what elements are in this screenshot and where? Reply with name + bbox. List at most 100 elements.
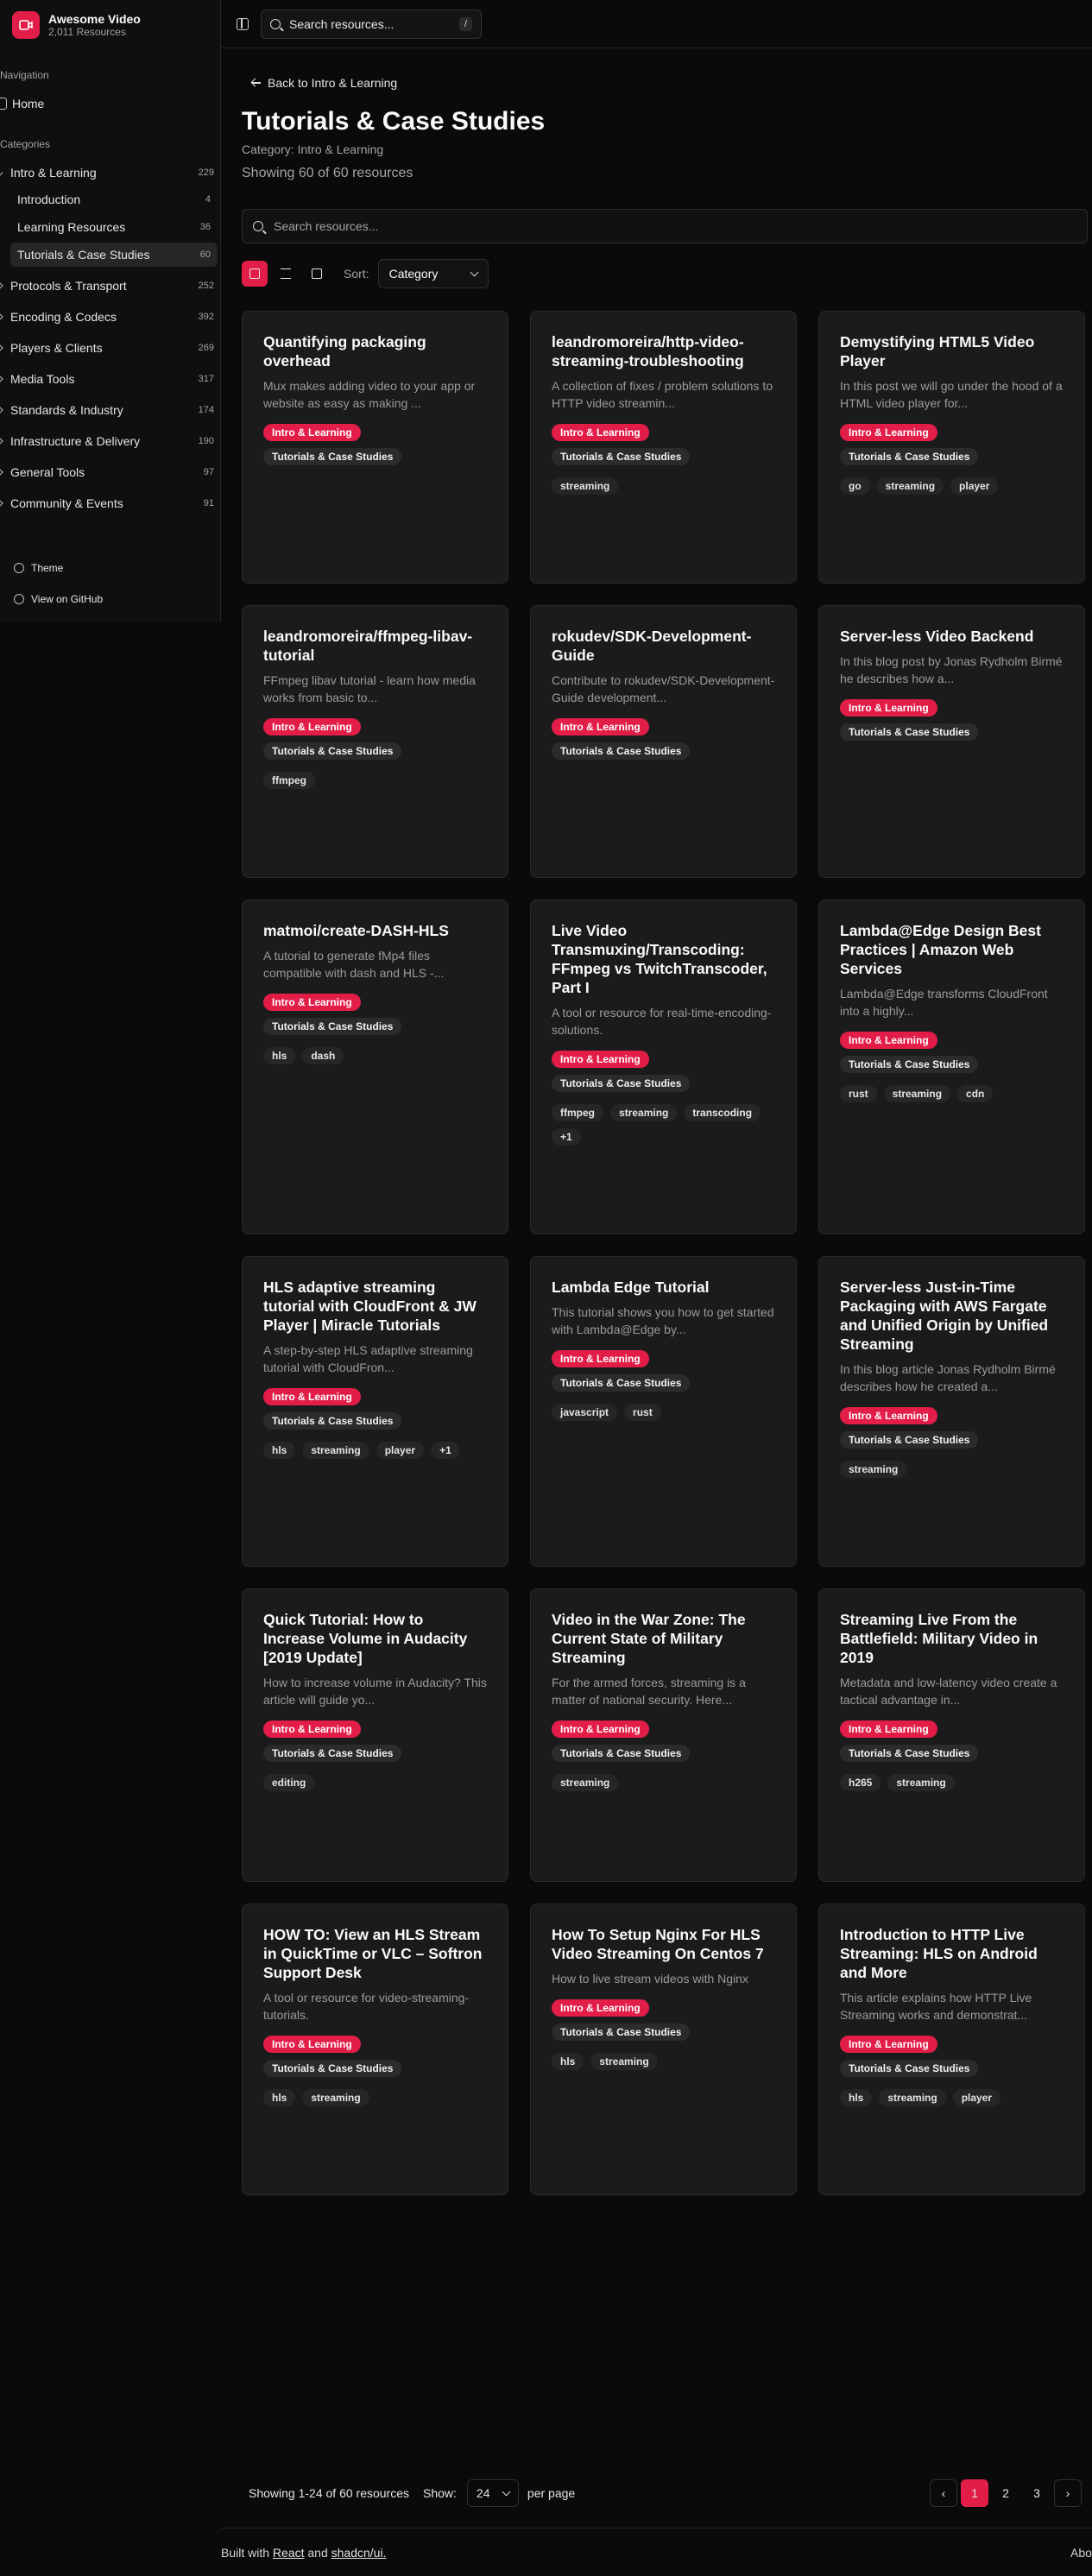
tag: hls [263, 1047, 296, 1064]
card-title[interactable]: HOW TO: View an HLS Stream in QuickTime … [263, 1925, 487, 1982]
card-title[interactable]: leandromoreira/ffmpeg-libav-tutorial [263, 627, 487, 665]
resource-card[interactable]: Lambda@Edge Design Best Practices | Amaz… [818, 900, 1085, 1234]
sidebar-item-count: 269 [198, 343, 214, 353]
tag: streaming [552, 477, 619, 495]
sidebar-item-intro-learning[interactable]: Intro & Learning 229 [0, 161, 221, 185]
category-badge: Intro & Learning [552, 424, 649, 441]
subcategory-badge: Tutorials & Case Studies [840, 1431, 979, 1449]
resource-card[interactable]: leandromoreira/ffmpeg-libav-tutorial FFmp… [242, 605, 508, 878]
resource-card[interactable]: Quantifying packaging overhead Mux makes … [242, 311, 508, 584]
sidebar-item-players-clients[interactable]: Players & Clients 269 [0, 336, 221, 360]
resource-card[interactable]: How To Setup Nginx For HLS Video Streami… [530, 1904, 797, 2195]
resource-card[interactable]: Introduction to HTTP Live Streaming: HLS… [818, 1904, 1085, 2195]
card-title[interactable]: Server-less Video Backend [840, 627, 1064, 646]
sidebar-item-community-events[interactable]: Community & Events 91 [0, 491, 221, 515]
resource-card[interactable]: Streaming Live From the Battlefield: Mil… [818, 1588, 1085, 1882]
back-link[interactable]: Back to Intro & Learning [252, 76, 397, 90]
resource-card[interactable]: leandromoreira/http-video-streaming-trou… [530, 311, 797, 584]
card-title[interactable]: HLS adaptive streaming tutorial with Clo… [263, 1278, 487, 1335]
page-2-button[interactable]: 2 [992, 2479, 1019, 2507]
react-link[interactable]: React [273, 2546, 305, 2560]
github-link[interactable]: View on GitHub [14, 593, 103, 605]
card-title[interactable]: Lambda@Edge Design Best Practices | Amaz… [840, 921, 1064, 978]
card-title[interactable]: matmoi/create-DASH-HLS [263, 921, 487, 940]
sidebar-item-label: Infrastructure & Delivery [10, 434, 141, 448]
card-description: A tool or resource for video-streaming-t… [263, 1991, 470, 2022]
grid-view-button[interactable] [242, 261, 268, 287]
resource-card[interactable]: Server-less Video Backend In this blog po… [818, 605, 1085, 878]
card-description: This tutorial shows you how to get start… [552, 1305, 774, 1336]
card-title[interactable]: leandromoreira/http-video-streaming-trou… [552, 332, 775, 370]
sidebar-item-label: Intro & Learning [10, 166, 97, 180]
brand[interactable]: Awesome Video 2,011 Resources [0, 0, 220, 50]
arrow-left-icon [252, 79, 261, 87]
card-title[interactable]: Demystifying HTML5 Video Player [840, 332, 1064, 370]
theme-toggle[interactable]: Theme [14, 562, 63, 574]
sidebar-item-introduction[interactable]: Introduction 4 [10, 187, 218, 212]
page-1-button[interactable]: 1 [961, 2479, 988, 2507]
chevron-right-icon [0, 374, 3, 384]
subcategory-badge: Tutorials & Case Studies [552, 1745, 691, 1762]
resource-card[interactable]: Demystifying HTML5 Video Player In this p… [818, 311, 1085, 584]
sidebar-item-count: 97 [203, 467, 214, 477]
sidebar-item-standards-industry[interactable]: Standards & Industry 174 [0, 398, 221, 422]
card-title[interactable]: Video in the War Zone: The Current State… [552, 1610, 775, 1667]
tag: streaming [876, 477, 944, 495]
sidebar-item-protocols-transport[interactable]: Protocols & Transport 252 [0, 274, 221, 298]
chevron-right-icon [0, 498, 3, 508]
footer-built: Built with [221, 2545, 270, 2560]
resource-card[interactable]: rokudev/SDK-Development-Guide Contribute … [530, 605, 797, 878]
category-badge: Intro & Learning [263, 994, 361, 1011]
sort-select[interactable]: Category [377, 259, 489, 288]
prev-page-button[interactable]: ‹ [930, 2479, 957, 2507]
card-title[interactable]: Introduction to HTTP Live Streaming: HLS… [840, 1925, 1064, 1982]
card-title[interactable]: Server-less Just-in-Time Packaging with … [840, 1278, 1064, 1354]
tag: ffmpeg [552, 1104, 603, 1121]
card-title[interactable]: Streaming Live From the Battlefield: Mil… [840, 1610, 1064, 1667]
sidebar-item-infrastructure-delivery[interactable]: Infrastructure & Delivery 190 [0, 429, 221, 453]
tag: rust [840, 1085, 877, 1102]
sidebar-item-home[interactable]: Home [0, 92, 221, 116]
sidebar-item-media-tools[interactable]: Media Tools 317 [0, 367, 221, 391]
resource-card[interactable]: Video in the War Zone: The Current State… [530, 1588, 797, 1882]
card-title[interactable]: Quantifying packaging overhead [263, 332, 487, 370]
sidebar-item-tutorials-case-studies[interactable]: Tutorials & Case Studies 60 [10, 243, 218, 267]
resource-card[interactable]: HLS adaptive streaming tutorial with Clo… [242, 1256, 508, 1567]
resource-card[interactable]: Quick Tutorial: How to Increase Volume i… [242, 1588, 508, 1882]
card-description: A tool or resource for real-time-encodin… [552, 1006, 772, 1037]
card-title[interactable]: How To Setup Nginx For HLS Video Streami… [552, 1925, 775, 1963]
category-badge: Intro & Learning [263, 1388, 361, 1405]
card-title[interactable]: Quick Tutorial: How to Increase Volume i… [263, 1610, 487, 1667]
resource-card[interactable]: HOW TO: View an HLS Stream in QuickTime … [242, 1904, 508, 2195]
resource-card[interactable]: Lambda Edge Tutorial This tutorial shows … [530, 1256, 797, 1567]
shadcn-link[interactable]: shadcn/ui. [331, 2546, 387, 2560]
category-badge: Intro & Learning [552, 1051, 649, 1068]
tag-list: go streaming player [840, 477, 1064, 495]
subcategory-badge: Tutorials & Case Studies [263, 1745, 402, 1762]
list-view-button[interactable] [273, 261, 299, 287]
sidebar-item-encoding-codecs[interactable]: Encoding & Codecs 392 [0, 305, 221, 329]
tag: editing [263, 1774, 315, 1791]
next-page-button[interactable]: › [1054, 2479, 1082, 2507]
resource-card[interactable]: matmoi/create-DASH-HLS A tutorial to gene… [242, 900, 508, 1234]
search-input[interactable]: Search resources... [242, 209, 1088, 243]
tag: transcoding [684, 1104, 761, 1121]
sidebar-item-learning-resources[interactable]: Learning Resources 36 [10, 215, 218, 239]
per-page-select[interactable]: 24 [466, 2479, 519, 2507]
tag: javascript [552, 1404, 618, 1421]
top-search-input[interactable]: Search resources... / [261, 9, 482, 39]
card-title[interactable]: Lambda Edge Tutorial [552, 1278, 775, 1297]
sidebar-item-count: 36 [199, 222, 211, 232]
tag: streaming [610, 1104, 678, 1121]
page-3-button[interactable]: 3 [1023, 2479, 1051, 2507]
card-title[interactable]: rokudev/SDK-Development-Guide [552, 627, 775, 665]
sidebar-toggle-icon[interactable] [237, 17, 249, 30]
resource-card[interactable]: Live Video Transmuxing/Transcoding: FFmp… [530, 900, 797, 1234]
sidebar-item-general-tools[interactable]: General Tools 97 [0, 460, 221, 484]
about-link[interactable]: About [1070, 2546, 1092, 2560]
resource-card[interactable]: Server-less Just-in-Time Packaging with … [818, 1256, 1085, 1567]
table-view-button[interactable] [304, 261, 330, 287]
chevron-right-icon [0, 312, 3, 322]
sidebar-item-label: General Tools [10, 465, 85, 479]
card-title[interactable]: Live Video Transmuxing/Transcoding: FFmp… [552, 921, 775, 997]
